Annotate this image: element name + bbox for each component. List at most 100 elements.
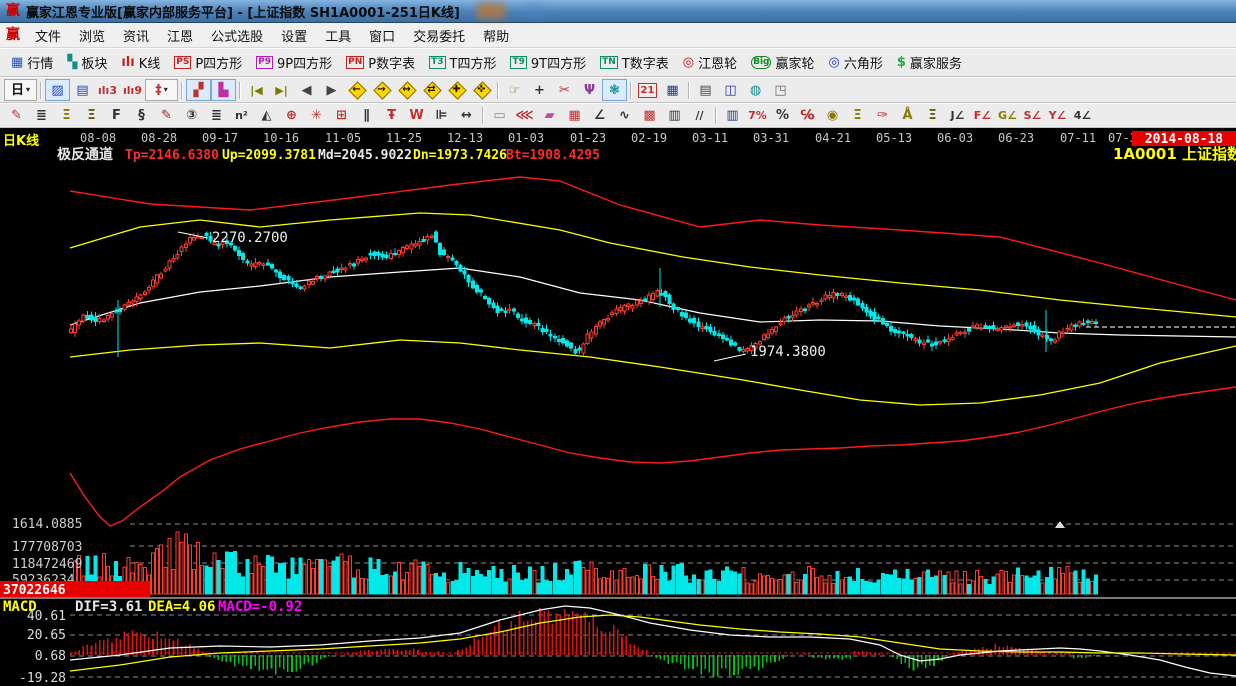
toolbar-button-gold-angle[interactable]: Ξ [920, 105, 945, 127]
toolbar-button-win-ruler[interactable]: W [404, 105, 429, 127]
toolbar-button-percent-7[interactable]: 7% [745, 105, 770, 127]
menu-item-gann[interactable]: 江恩 [158, 24, 202, 47]
toolbar-button-hexagon[interactable]: ◎六角形 [822, 51, 890, 74]
toolbar-button-crosshair-tool[interactable]: + [527, 79, 552, 101]
toolbar-button-percent-lines[interactable]: ℅ [795, 105, 820, 127]
menu-item-browse[interactable]: 浏览 [70, 24, 114, 47]
toolbar-button-9t-square[interactable]: T99T四方形 [503, 51, 593, 74]
menu-item-tools[interactable]: 工具 [316, 24, 360, 47]
toolbar-button-zoom-in-diamond[interactable]: ✚ [444, 79, 469, 101]
toolbar-button-p-digit-table[interactable]: PNP数字表 [339, 51, 422, 74]
toolbar-button-bars-3[interactable]: ılı3 [95, 79, 120, 101]
toolbar-button-angle-set[interactable]: ∠ [587, 105, 612, 127]
toolbar-button-stat-bars[interactable]: ▥ [720, 105, 745, 127]
toolbar-button-s-angle[interactable]: S∠ [1020, 105, 1045, 127]
toolbar-button-hand-tool[interactable]: ☞ [502, 79, 527, 101]
toolbar-button-shen-ruler[interactable]: Ŧ [379, 105, 404, 127]
toolbar-button-gann-shape-tool[interactable]: ❃ [602, 79, 627, 101]
toolbar-button-gold-bars[interactable]: Ξ [845, 105, 870, 127]
toolbar-button-time-rulers[interactable]: ≣ [29, 105, 54, 127]
toolbar-button-draw-pen[interactable]: ✎ [4, 105, 29, 127]
toolbar-button-first-page[interactable]: |◀ [244, 79, 269, 101]
toolbar-button-p-square[interactable]: PSP四方形 [167, 51, 249, 74]
toolbar-button-object-tool[interactable]: Ψ [577, 79, 602, 101]
toolbar-button-measure-small[interactable]: ∥ [354, 105, 379, 127]
toolbar-button-time-division[interactable]: ≣ [204, 105, 229, 127]
toolbar-button-fibo-f[interactable]: F [104, 105, 129, 127]
toolbar-button-hatch-lines[interactable]: ∕∕ [687, 105, 712, 127]
toolbar-button-t-digit-table[interactable]: TNT数字表 [593, 51, 676, 74]
chart-area[interactable]: 08-0808-2809-1710-1611-0511-2512-1301-03… [0, 128, 1236, 686]
menu-item-news[interactable]: 资讯 [114, 24, 158, 47]
toolbar-button-g-angle[interactable]: G∠ [995, 105, 1020, 127]
toolbar-button-bars-9[interactable]: ılı9 [120, 79, 145, 101]
toolbar-button-grid-rect[interactable]: ▦ [562, 105, 587, 127]
toolbar-button-kline[interactable]: ılıK线 [114, 51, 167, 74]
menu-item-settings[interactable]: 设置 [272, 24, 316, 47]
toolbar-button-percent[interactable]: % [770, 105, 795, 127]
toolbar-button-n-square[interactable]: n² [229, 105, 254, 127]
toolbar-button-speed-fan[interactable]: ⋘ [512, 105, 537, 127]
toolbar-button-gann-star[interactable]: ✳ [304, 105, 329, 127]
toolbar-button-zoom-out-diamond[interactable]: ✜ [469, 79, 494, 101]
toolbar-button-cycle-circle[interactable]: ③ [179, 105, 204, 127]
toolbar-button-period-day-dropdown[interactable]: 日▾ [4, 79, 37, 101]
toolbar-button-wave-tool[interactable]: ∿ [612, 105, 637, 127]
toolbar-button-quotes[interactable]: ▦行情 [4, 51, 60, 74]
menu-item-file[interactable]: 文件 [26, 24, 70, 47]
menu-item-trade-entrust[interactable]: 交易委托 [404, 24, 474, 47]
toolbar-button-grid-plain[interactable]: ▥ [662, 105, 687, 127]
toolbar-button-last-page[interactable]: ▶| [269, 79, 294, 101]
toolbar-button-save[interactable]: ◫ [718, 79, 743, 101]
toolbar-button-width-measure[interactable]: ↔ [454, 105, 479, 127]
toolbar-button-winner-wheel[interactable]: Big赢家轮 [744, 51, 821, 74]
toolbar-button-info-view[interactable]: ▤ [70, 79, 95, 101]
svg-text:10-16: 10-16 [263, 131, 299, 145]
toolbar-button-y-angle[interactable]: Y∠ [1045, 105, 1070, 127]
toolbar-button-sectors[interactable]: ▚板块 [60, 51, 114, 74]
toolbar-button-shift-left[interactable]: ← [344, 79, 369, 101]
toolbar-button-cut-tool[interactable]: ✂ [552, 79, 577, 101]
toolbar-button-candle-type-dropdown[interactable]: ‡▾ [145, 79, 178, 101]
toolbar-button-gold-ruler-2[interactable]: Ξ [79, 105, 104, 127]
menu-item-help[interactable]: 帮助 [474, 24, 518, 47]
toolbar-button-package-tool[interactable]: ◳ [768, 79, 793, 101]
toolbar-button-9p-square[interactable]: P99P四方形 [249, 51, 339, 74]
toolbar-button-t-square[interactable]: T3T四方形 [422, 51, 503, 74]
toolbar-button-f-angle[interactable]: F∠ [970, 105, 995, 127]
menu-item-window[interactable]: 窗口 [360, 24, 404, 47]
toolbar-button-color-volume-style[interactable]: ▙ [211, 79, 236, 101]
toolbar-button-a-gold[interactable]: Å [895, 105, 920, 127]
gann-box-icon: ⊞ [336, 109, 347, 122]
toolbar-button-four-angle[interactable]: 4∠ [1070, 105, 1095, 127]
toolbar-button-grid-red[interactable]: ▩ [637, 105, 662, 127]
toolbar-button-shift-right[interactable]: → [369, 79, 394, 101]
menu-item-formula-stock-pick[interactable]: 公式选股 [202, 24, 272, 47]
toolbar-button-mirror-tool[interactable]: ◭ [254, 105, 279, 127]
toolbar-button-expand-horizontal[interactable]: ↔ [394, 79, 419, 101]
toolbar-button-prev-bar[interactable]: ◀ [294, 79, 319, 101]
toolbar-button-spiral[interactable]: § [129, 105, 154, 127]
titlebar[interactable]: 赢 赢家江恩专业版[赢家内部服务平台] - [上证指数 SH1A0001-251… [0, 0, 1236, 23]
toolbar-button-rect-diagonal[interactable]: ▰ [537, 105, 562, 127]
toolbar-button-calculator[interactable]: ▦ [660, 79, 685, 101]
toolbar-button-winner-service[interactable]: $赢家服务 [890, 51, 969, 74]
toolbar-button-dashed-rect[interactable]: ▭ [487, 105, 512, 127]
toolbar-button-overlay-windows[interactable]: ▨ [45, 79, 70, 101]
chart-canvas[interactable]: 08-0808-2809-1710-1611-0511-2512-1301-03… [0, 128, 1236, 686]
toolbar-button-j-angle[interactable]: J∠ [945, 105, 970, 127]
toolbar-button-gann-cross[interactable]: ⊕ [279, 105, 304, 127]
toolbar-button-gold-circle[interactable]: ◉ [820, 105, 845, 127]
toolbar-button-gold-ruler-1[interactable]: Ξ [54, 105, 79, 127]
toolbar-button-pattern-mode[interactable]: ▞ [186, 79, 211, 101]
toolbar-button-compress-horizontal[interactable]: ⇄ [419, 79, 444, 101]
toolbar-button-ruler-scale[interactable]: ⊫ [429, 105, 454, 127]
toolbar-button-candle-mark[interactable]: ✑ [870, 105, 895, 127]
toolbar-button-calendar[interactable]: 21 [635, 79, 660, 101]
toolbar-button-next-bar[interactable]: ▶ [319, 79, 344, 101]
toolbar-button-notes[interactable]: ▤ [693, 79, 718, 101]
toolbar-button-gann-wheel[interactable]: ◎江恩轮 [676, 51, 744, 74]
toolbar-button-web-update[interactable]: ◍ [743, 79, 768, 101]
toolbar-button-gann-box[interactable]: ⊞ [329, 105, 354, 127]
toolbar-button-draw-pen-2[interactable]: ✎ [154, 105, 179, 127]
